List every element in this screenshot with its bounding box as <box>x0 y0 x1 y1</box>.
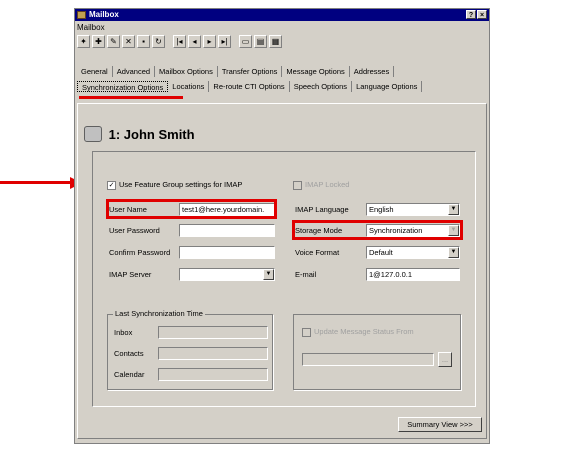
use-feature-group-label: Use Feature Group settings for IMAP <box>119 180 243 189</box>
imap-locked-checkbox[interactable] <box>293 181 302 190</box>
user-mailbox-icon <box>84 126 102 142</box>
imap-server-select[interactable]: ▼ <box>179 268 275 281</box>
update-status-group: Update Message Status From ... <box>293 314 461 390</box>
imap-locked-label: IMAP Locked <box>305 180 350 189</box>
chevron-down-icon: ▼ <box>263 269 274 280</box>
mailbox-window: Mailbox ? × Mailbox ✦ ✚ ✎ ✕ ▪ ↻ |◂ ◂ ▸ ▸… <box>74 8 490 444</box>
imap-language-value: English <box>369 205 394 214</box>
storage-mode-highlight <box>292 220 463 240</box>
confirm-password-field[interactable] <box>179 246 275 259</box>
last-record-icon[interactable]: ▸| <box>218 35 231 48</box>
email-field[interactable]: 1@127.0.0.1 <box>366 268 460 281</box>
last-sync-group-title: Last Synchronization Time <box>113 309 205 318</box>
annotation-arrow <box>0 177 82 189</box>
chevron-down-icon: ▼ <box>448 204 459 215</box>
menu-bar: Mailbox <box>77 23 105 32</box>
imap-language-select[interactable]: English ▼ <box>366 203 460 216</box>
use-feature-group-checkbox[interactable]: ✓ <box>107 181 116 190</box>
tab-message-options[interactable]: Message Options <box>282 66 350 77</box>
settings-frame: ✓ Use Feature Group settings for IMAP IM… <box>92 151 476 407</box>
tab-transfer-options[interactable]: Transfer Options <box>218 66 283 77</box>
tab-language-options[interactable]: Language Options <box>352 81 423 92</box>
tab-advanced[interactable]: Advanced <box>113 66 156 77</box>
confirm-password-label: Confirm Password <box>109 248 171 257</box>
next-record-icon[interactable]: ▸ <box>203 35 216 48</box>
window-title: Mailbox <box>89 10 119 19</box>
page-title: 1: John Smith <box>84 126 195 142</box>
calendar-label: Calendar <box>114 370 145 379</box>
tab-locations[interactable]: Locations <box>168 81 210 92</box>
heading-text: 1: John Smith <box>108 127 195 142</box>
user-password-label: User Password <box>109 226 160 235</box>
update-status-label: Update Message Status From <box>314 327 414 336</box>
delete-icon[interactable]: ✕ <box>122 35 135 48</box>
menu-mailbox[interactable]: Mailbox <box>77 23 105 32</box>
first-record-icon[interactable]: |◂ <box>173 35 186 48</box>
chevron-down-icon: ▼ <box>448 247 459 258</box>
summary-view-button[interactable]: Summary View >>> <box>398 417 482 432</box>
voice-format-label: Voice Format <box>295 248 340 257</box>
close-button[interactable]: × <box>477 10 487 19</box>
edit-icon[interactable]: ✎ <box>107 35 120 48</box>
tabs-row-1: General Advanced Mailbox Options Transfe… <box>77 66 395 77</box>
tabs-row-2: Synchronization Options Locations Re-rou… <box>77 81 423 92</box>
inbox-sync-field <box>158 326 268 339</box>
synchronization-panel: 1: John Smith ✓ Use Feature Group settin… <box>77 103 487 439</box>
mailbox-app-icon <box>77 11 86 19</box>
voice-format-value: Default <box>369 248 393 257</box>
previous-record-icon[interactable]: ◂ <box>188 35 201 48</box>
add-icon[interactable]: ✚ <box>92 35 105 48</box>
find-icon[interactable]: ✦ <box>77 35 90 48</box>
tab-highlight-underline <box>79 96 183 99</box>
tab-synchronization-options[interactable]: Synchronization Options <box>77 81 169 92</box>
imap-server-label: IMAP Server <box>109 270 152 279</box>
voice-format-select[interactable]: Default ▼ <box>366 246 460 259</box>
folder-icon[interactable]: ▭ <box>239 35 252 48</box>
tab-speech-options[interactable]: Speech Options <box>290 81 353 92</box>
toolbar: ✦ ✚ ✎ ✕ ▪ ↻ |◂ ◂ ▸ ▸| ▭ ▤ ▦ <box>77 35 282 49</box>
tab-general[interactable]: General <box>77 66 113 77</box>
update-status-field <box>302 353 434 366</box>
contacts-label: Contacts <box>114 349 144 358</box>
contacts-sync-field <box>158 347 268 360</box>
user-name-highlight <box>106 199 277 219</box>
user-password-field[interactable] <box>179 224 275 237</box>
tab-mailbox-options[interactable]: Mailbox Options <box>155 66 218 77</box>
update-status-checkbox[interactable] <box>302 328 311 337</box>
tab-addresses[interactable]: Addresses <box>350 66 395 77</box>
imap-language-label: IMAP Language <box>295 205 349 214</box>
inbox-label: Inbox <box>114 328 133 337</box>
last-sync-group: Last Synchronization Time Inbox Contacts… <box>107 309 273 390</box>
copy-icon[interactable]: ▤ <box>254 35 267 48</box>
refresh-icon[interactable]: ↻ <box>152 35 165 48</box>
help-button[interactable]: ? <box>466 10 476 19</box>
browse-button[interactable]: ... <box>438 352 452 367</box>
calendar-sync-field <box>158 368 268 381</box>
save-icon[interactable]: ▪ <box>137 35 150 48</box>
title-bar: Mailbox ? × <box>75 9 489 21</box>
email-label: E-mail <box>295 270 317 279</box>
tab-re-route-cti-options[interactable]: Re-route CTI Options <box>209 81 290 92</box>
view-icon[interactable]: ▦ <box>269 35 282 48</box>
